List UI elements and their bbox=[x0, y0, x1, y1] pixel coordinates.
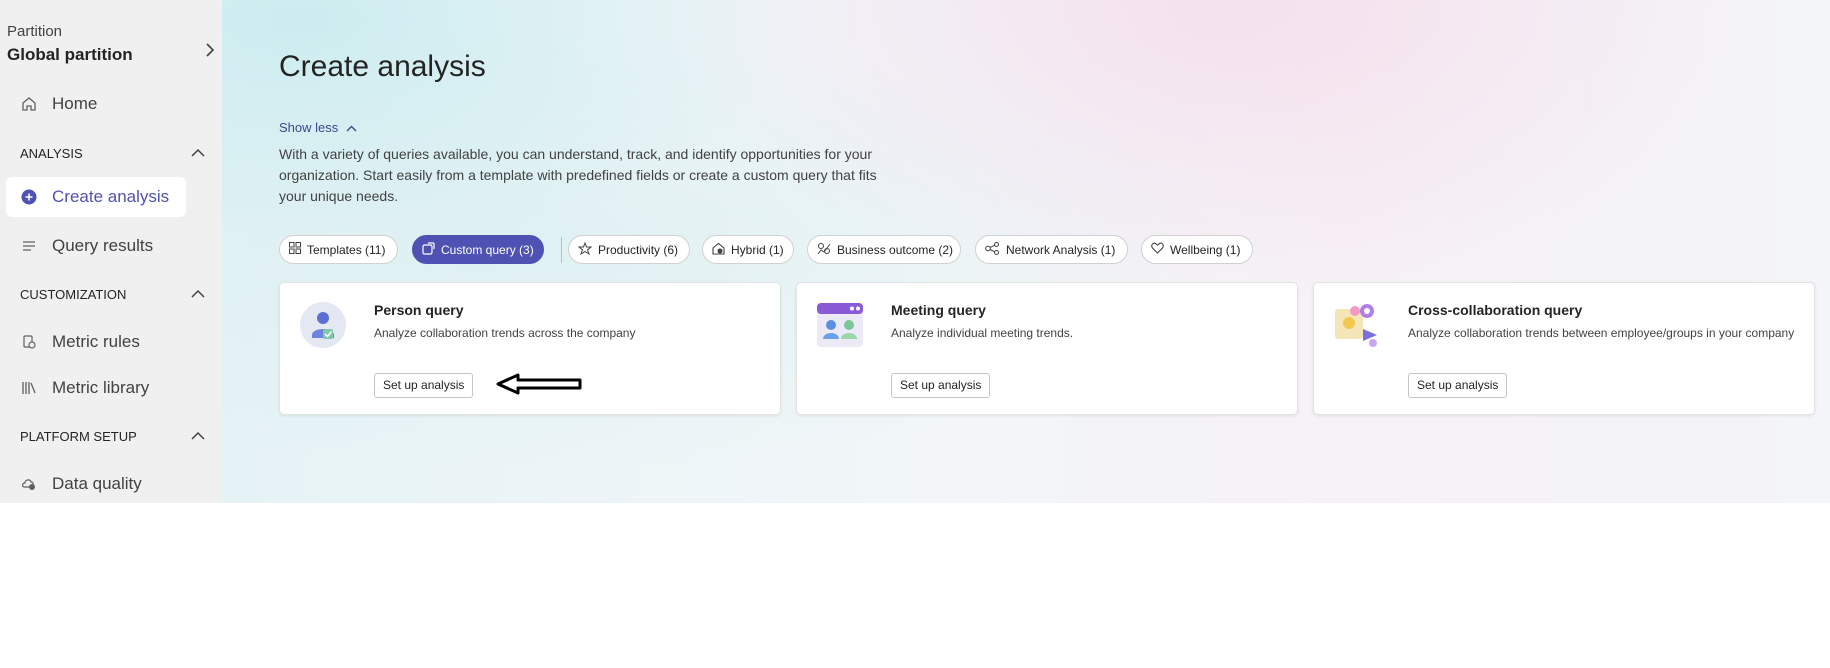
filter-chip-business-outcome[interactable]: Business outcome (2) bbox=[807, 235, 961, 264]
filter-chip-label: Network Analysis (1) bbox=[1006, 242, 1116, 257]
show-less-toggle[interactable]: Show less bbox=[279, 120, 357, 135]
setup-analysis-button[interactable]: Set up analysis bbox=[891, 373, 991, 398]
filter-chip-templates[interactable]: Templates (11) bbox=[279, 235, 398, 264]
app-window: Partition Global partition Home ANALYSIS… bbox=[0, 0, 1830, 503]
filter-chip-hybrid[interactable]: Hybrid (1) bbox=[702, 235, 794, 264]
home-icon bbox=[20, 95, 38, 113]
filter-chip-label: Productivity (6) bbox=[598, 242, 679, 257]
list-icon bbox=[20, 237, 38, 255]
card-description: Analyze individual meeting trends. bbox=[891, 326, 1074, 340]
sidebar-item-label: Data quality bbox=[52, 474, 142, 493]
page-description: With a variety of queries available, you… bbox=[279, 146, 877, 204]
sidebar-item-query-results[interactable]: Query results bbox=[6, 226, 186, 266]
meeting-query-icon bbox=[816, 301, 864, 349]
card-title: Meeting query bbox=[891, 302, 986, 318]
custom-query-icon bbox=[422, 241, 435, 258]
section-label: PLATFORM SETUP bbox=[20, 428, 137, 444]
filter-chip-label: Custom query (3) bbox=[441, 242, 534, 257]
data-quality-icon bbox=[20, 475, 38, 493]
hybrid-icon bbox=[712, 242, 725, 258]
section-analysis[interactable]: ANALYSIS bbox=[20, 143, 205, 163]
heart-icon bbox=[1151, 242, 1164, 257]
main-content: Create analysis Show less With a variety… bbox=[222, 0, 1830, 503]
partition-value: Global partition bbox=[7, 45, 133, 64]
query-card-meeting: Meeting query Analyze individual meeting… bbox=[796, 282, 1298, 415]
query-card-cross-collaboration: Cross-collaboration query Analyze collab… bbox=[1313, 282, 1815, 415]
sidebar-item-label: Query results bbox=[52, 236, 154, 255]
filter-chip-label: Hybrid (1) bbox=[731, 242, 784, 257]
sidebar-item-create-analysis[interactable]: Create analysis bbox=[6, 177, 186, 217]
sidebar-item-label: Create analysis bbox=[52, 187, 170, 206]
productivity-icon bbox=[577, 241, 593, 258]
sidebar-item-metric-rules[interactable]: Metric rules bbox=[6, 322, 186, 362]
chevron-up-icon bbox=[191, 285, 205, 303]
person-query-icon bbox=[299, 301, 347, 349]
sidebar-item-metric-library[interactable]: Metric library bbox=[6, 368, 186, 408]
cross-collaboration-icon bbox=[1333, 301, 1381, 349]
section-platform-setup[interactable]: PLATFORM SETUP bbox=[20, 426, 205, 446]
sidebar-item-label: Metric rules bbox=[52, 332, 140, 351]
add-circle-icon bbox=[20, 188, 38, 206]
annotation-arrow-icon bbox=[496, 373, 582, 400]
metric-rules-icon bbox=[20, 333, 38, 351]
filter-chip-productivity[interactable]: Productivity (6) bbox=[568, 235, 690, 264]
filter-chip-label: Wellbeing (1) bbox=[1170, 242, 1241, 257]
card-title: Cross-collaboration query bbox=[1408, 302, 1583, 318]
network-icon bbox=[985, 241, 1000, 258]
sidebar-item-label: Metric library bbox=[52, 378, 150, 397]
sidebar: Partition Global partition Home ANALYSIS… bbox=[0, 0, 222, 503]
page-title: Create analysis bbox=[279, 50, 486, 83]
chevron-up-icon bbox=[191, 427, 205, 445]
business-outcome-icon bbox=[817, 242, 831, 258]
partition-selector[interactable]: Partition Global partition bbox=[7, 23, 215, 65]
library-icon bbox=[20, 379, 38, 397]
card-description: Analyze collaboration trends between emp… bbox=[1408, 326, 1795, 340]
sidebar-item-data-quality[interactable]: Data quality bbox=[6, 464, 186, 503]
card-title: Person query bbox=[374, 302, 464, 318]
chevron-up-icon bbox=[191, 144, 205, 162]
section-label: CUSTOMIZATION bbox=[20, 286, 127, 302]
filter-chip-label: Templates (11) bbox=[307, 242, 386, 257]
setup-analysis-button[interactable]: Set up analysis bbox=[1408, 373, 1508, 398]
filter-chip-custom-query[interactable]: Custom query (3) bbox=[412, 235, 544, 264]
setup-analysis-button[interactable]: Set up analysis bbox=[374, 373, 474, 398]
chevron-up-icon bbox=[346, 120, 357, 135]
filter-divider bbox=[561, 237, 562, 263]
section-customization[interactable]: CUSTOMIZATION bbox=[20, 284, 205, 304]
show-less-label: Show less bbox=[279, 120, 339, 135]
card-description: Analyze collaboration trends across the … bbox=[374, 326, 636, 340]
sidebar-item-home[interactable]: Home bbox=[6, 84, 186, 124]
filter-chip-label: Business outcome (2) bbox=[837, 242, 954, 257]
grid-icon bbox=[289, 242, 301, 257]
sidebar-item-label: Home bbox=[52, 94, 98, 113]
filter-chip-network-analysis[interactable]: Network Analysis (1) bbox=[975, 235, 1128, 264]
partition-label: Partition bbox=[7, 23, 63, 40]
section-label: ANALYSIS bbox=[20, 145, 83, 161]
chevron-right-icon bbox=[205, 43, 215, 62]
filter-chip-wellbeing[interactable]: Wellbeing (1) bbox=[1141, 235, 1253, 264]
